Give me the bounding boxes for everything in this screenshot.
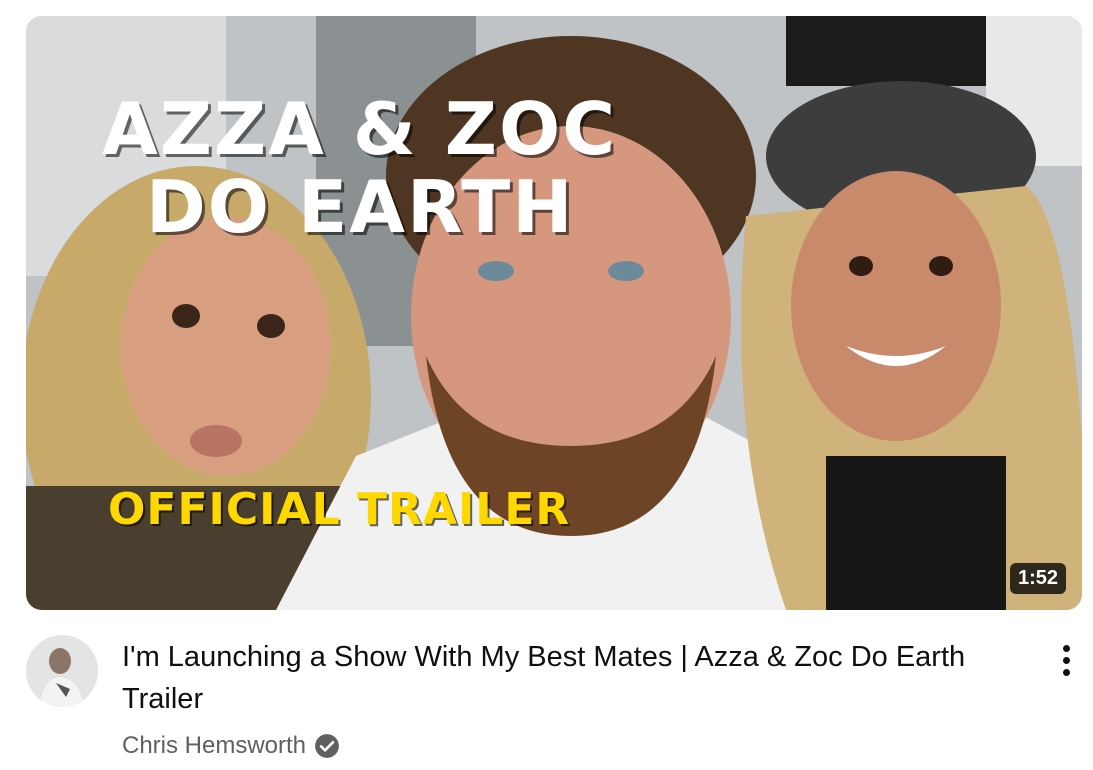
duration-badge: 1:52 xyxy=(1009,563,1066,594)
channel-row: Chris Hemsworth xyxy=(122,732,340,760)
more-vertical-icon xyxy=(1062,644,1070,652)
channel-avatar[interactable] xyxy=(26,635,98,707)
video-thumbnail[interactable]: AZZA & ZOC DO EARTH OFFICIAL TRAILER 1:52 xyxy=(26,16,1082,610)
more-options-button[interactable] xyxy=(1048,640,1084,680)
thumbnail-overlay-subtitle: OFFICIAL TRAILER xyxy=(108,484,571,535)
video-title[interactable]: I'm Launching a Show With My Best Mates … xyxy=(122,636,1002,720)
video-card: AZZA & ZOC DO EARTH OFFICIAL TRAILER 1:52… xyxy=(0,0,1093,770)
verified-badge-icon xyxy=(314,733,340,759)
avatar-image xyxy=(26,635,98,707)
channel-name[interactable]: Chris Hemsworth xyxy=(122,732,306,760)
thumbnail-overlay-title: AZZA & ZOC DO EARTH xyxy=(102,87,618,249)
